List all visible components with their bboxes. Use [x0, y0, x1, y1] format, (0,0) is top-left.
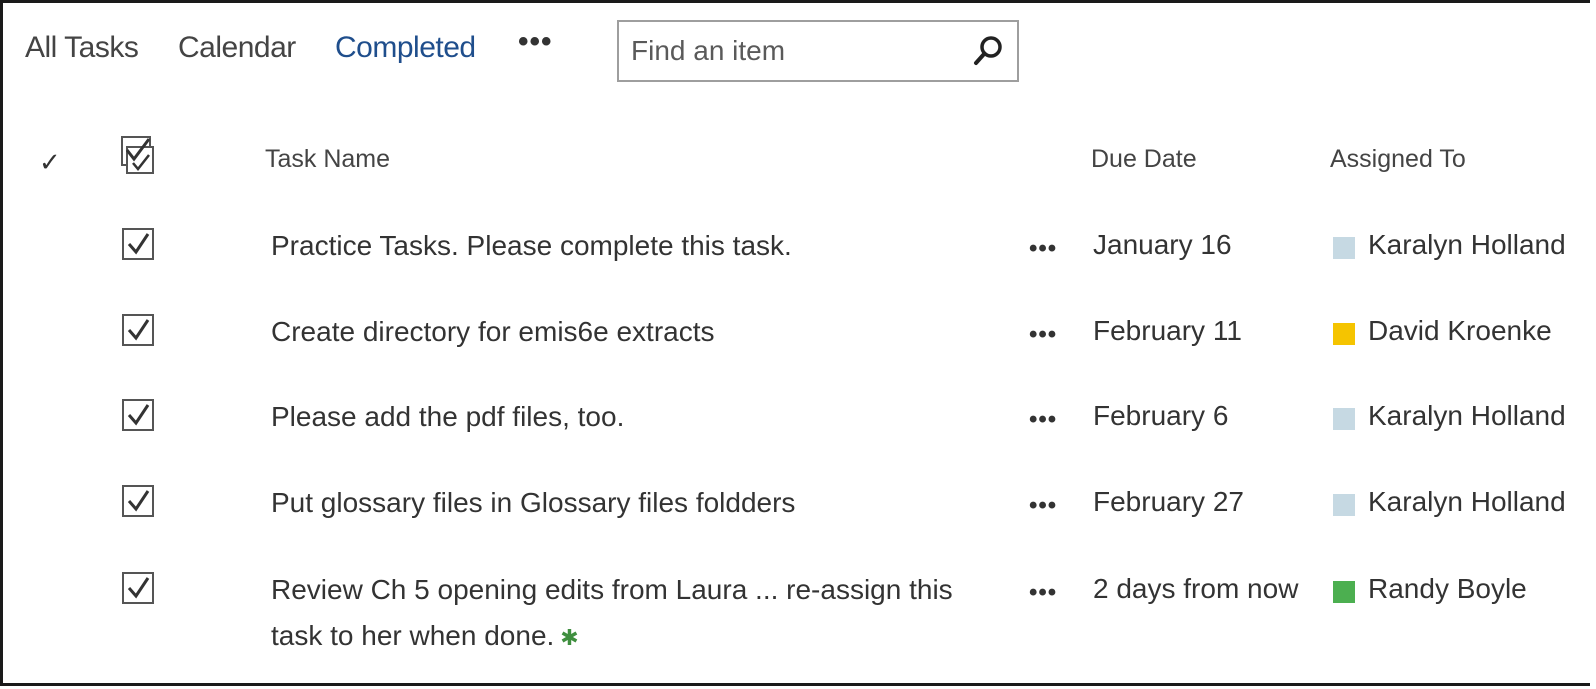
task-row: Create directory for emis6e extracts •••…	[3, 311, 1590, 371]
assigned-to-link[interactable]: Randy Boyle	[1368, 573, 1527, 605]
task-complete-checkbox[interactable]	[121, 484, 155, 518]
task-title: Review Ch 5 opening edits from Laura ...…	[271, 567, 961, 661]
view-tab-all-tasks[interactable]: All Tasks	[25, 31, 139, 65]
presence-indicator-icon	[1333, 581, 1355, 603]
more-views-button[interactable]: •••	[518, 25, 553, 59]
task-complete-checkbox[interactable]	[121, 571, 155, 605]
list-header: ✓ Task Name Due Date Assigned To	[3, 129, 1590, 189]
column-header-due-date[interactable]: Due Date	[1091, 145, 1197, 174]
task-row: Practice Tasks. Please complete this tas…	[3, 225, 1590, 285]
row-more-button[interactable]: •••	[1029, 235, 1057, 263]
presence-indicator-icon	[1333, 237, 1355, 259]
view-bar: All Tasks Calendar Completed •••	[3, 3, 1590, 103]
due-date: 2 days from now	[1093, 573, 1299, 604]
view-tab-calendar[interactable]: Calendar	[178, 31, 296, 65]
row-more-button[interactable]: •••	[1029, 492, 1057, 520]
task-title-link[interactable]: Put glossary files in Glossary files fol…	[271, 480, 971, 526]
magnifier-icon[interactable]	[971, 33, 1007, 69]
due-date: February 27	[1093, 486, 1244, 517]
new-item-icon: ✱	[560, 624, 579, 650]
search-input[interactable]	[631, 31, 961, 71]
due-date: January 16	[1093, 229, 1232, 260]
checkmark-column-icon: ✓	[39, 147, 61, 177]
task-row: Put glossary files in Glossary files fol…	[3, 482, 1590, 542]
row-more-button[interactable]: •••	[1029, 321, 1057, 349]
due-date: February 6	[1093, 400, 1229, 431]
task-title-link[interactable]: Create directory for emis6e extracts	[271, 309, 971, 355]
presence-indicator-icon	[1333, 494, 1355, 516]
assigned-to-link[interactable]: Karalyn Holland	[1368, 229, 1566, 261]
assigned-to-link[interactable]: Karalyn Holland	[1368, 486, 1566, 518]
search-box	[617, 20, 1019, 82]
task-row: Please add the pdf files, too. ••• Febru…	[3, 396, 1590, 456]
task-title-link[interactable]: Review Ch 5 opening edits from Laura ...…	[271, 574, 953, 651]
task-complete-checkbox[interactable]	[121, 227, 155, 261]
row-more-button[interactable]: •••	[1029, 579, 1057, 607]
row-more-button[interactable]: •••	[1029, 406, 1057, 434]
task-complete-checkbox[interactable]	[121, 398, 155, 432]
presence-indicator-icon	[1333, 323, 1355, 345]
view-tab-completed[interactable]: Completed	[335, 31, 476, 65]
task-title-link[interactable]: Practice Tasks. Please complete this tas…	[271, 223, 971, 269]
task-complete-checkbox[interactable]	[121, 313, 155, 347]
due-date: February 11	[1093, 315, 1242, 346]
column-header-assigned-to[interactable]: Assigned To	[1330, 145, 1466, 174]
assigned-to-link[interactable]: David Kroenke	[1368, 315, 1552, 347]
select-all-checkbox[interactable]	[119, 133, 157, 177]
task-row: Review Ch 5 opening edits from Laura ...…	[3, 569, 1590, 679]
presence-indicator-icon	[1333, 408, 1355, 430]
task-title-link[interactable]: Please add the pdf files, too.	[271, 394, 971, 440]
column-header-task-name[interactable]: Task Name	[265, 145, 390, 174]
assigned-to-link[interactable]: Karalyn Holland	[1368, 400, 1566, 432]
task-list-panel: All Tasks Calendar Completed ••• ✓ Tas	[0, 0, 1590, 686]
